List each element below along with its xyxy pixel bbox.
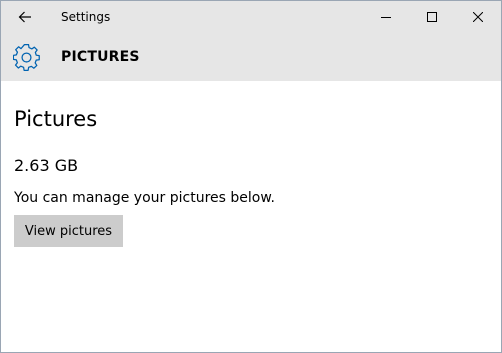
gear-icon [13,44,40,71]
section-header: PICTURES [1,33,501,81]
description-text: You can manage your pictures below. [14,190,275,206]
title-bar: Settings [1,1,501,33]
page-title: Pictures [14,107,98,131]
settings-window: Settings PICTURES Pictures 2.63 GB You c… [0,0,502,353]
close-button[interactable] [455,1,501,33]
minimize-button[interactable] [363,1,409,33]
minimize-icon [381,17,391,18]
section-title: PICTURES [61,49,140,65]
storage-size: 2.63 GB [14,156,79,175]
window-title: Settings [61,10,111,24]
maximize-button[interactable] [409,1,455,33]
view-pictures-button[interactable]: View pictures [14,215,123,247]
close-icon [473,12,483,22]
back-arrow-icon [18,11,31,23]
back-button[interactable] [1,1,49,33]
maximize-icon [427,12,437,22]
